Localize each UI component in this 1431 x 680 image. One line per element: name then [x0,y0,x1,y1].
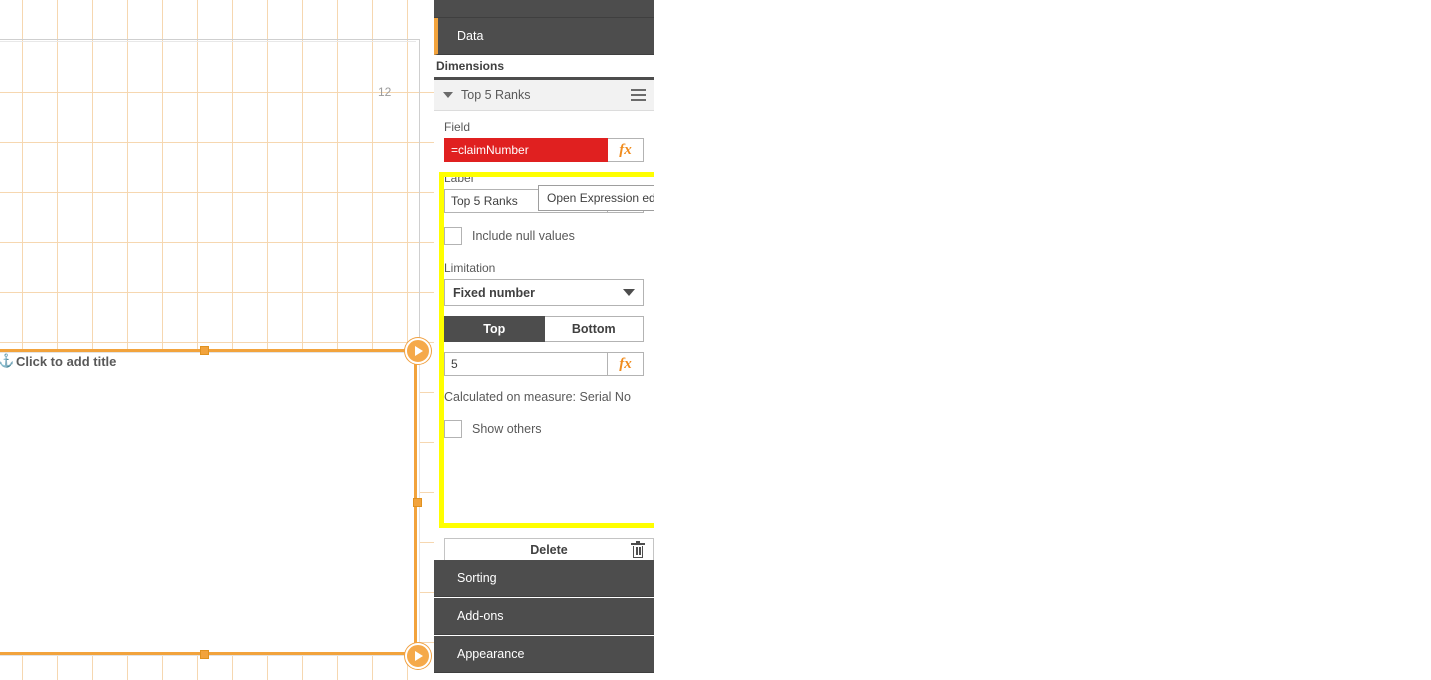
calculated-on-measure-note: Calculated on measure: Serial No [444,390,631,404]
accordion-row-cutoff[interactable] [434,0,654,18]
dimensions-heading: Dimensions [434,55,654,80]
property-panel[interactable]: Data Dimensions Top 5 Ranks Field =claim… [434,0,654,680]
limit-number-row[interactable]: 5 fx [444,352,644,376]
chevron-down-icon [623,289,635,296]
bar-chart-object[interactable]: 0500k1M1.5M 5147425147485147635149135149… [0,352,420,656]
handle-arrow-icon [415,346,423,356]
grid-snap-label: 12 [378,85,392,99]
toggle-top[interactable]: Top [444,316,545,342]
handle-arrow-icon [415,651,423,661]
accordion-data-label: Data [457,29,484,43]
field-label: Field [444,120,471,134]
accordion-sorting[interactable]: Sorting [434,560,654,597]
sheet-canvas[interactable]: 12 0500k1M1.5M 5147425147485147635149135… [0,0,434,680]
resize-handle-bottom[interactable] [200,650,209,659]
limitation-value: Fixed number [453,285,535,300]
expression-editor-tooltip: Open Expression edit [538,185,654,211]
accordion-appearance-label: Appearance [457,647,525,661]
resize-handle-right[interactable] [413,498,422,507]
include-null-label: Include null values [472,229,575,243]
title-anchor-icon: ⚓ [0,353,15,368]
selection-border-bottom [0,652,418,655]
dimension-item-header[interactable]: Top 5 Ranks [434,80,654,111]
accordion-appearance[interactable]: Appearance [434,636,654,673]
field-input[interactable]: =claimNumber [444,138,608,162]
dimension-name: Top 5 Ranks [461,88,531,102]
accordion-data[interactable]: Data [434,18,654,55]
accordion-sorting-label: Sorting [457,571,497,585]
resize-handle-top[interactable] [200,346,209,355]
show-others-label: Show others [472,422,542,436]
top-bottom-toggle[interactable]: Top Bottom [444,316,644,342]
upper-object-inner-edge [0,41,416,350]
include-null-checkbox[interactable] [444,227,462,245]
resize-handle-top-right[interactable] [405,338,431,364]
field-expression-button[interactable]: fx [608,138,644,162]
accordion-addons[interactable]: Add-ons [434,598,654,635]
delete-label: Delete [530,542,568,557]
field-input-row[interactable]: =claimNumber fx [444,138,644,162]
limit-expression-button[interactable]: fx [608,352,644,376]
toggle-bottom[interactable]: Bottom [544,316,644,342]
selection-border-top [0,349,418,352]
include-null-row[interactable]: Include null values [444,227,644,245]
limitation-label: Limitation [444,261,496,275]
chevron-down-icon [443,92,453,98]
accordion-addons-label: Add-ons [457,609,504,623]
limitation-select[interactable]: Fixed number [444,279,644,306]
show-others-row[interactable]: Show others [444,420,644,438]
show-others-checkbox[interactable] [444,420,462,438]
resize-handle-bottom-right[interactable] [405,643,431,669]
drag-handle-icon[interactable] [631,89,646,101]
label-label: Label [444,171,474,185]
trash-icon[interactable] [631,541,645,558]
delete-dimension-button[interactable]: Delete [444,538,654,561]
dimension-properties: Field =claimNumber fx Label Top 5 Ranks … [434,120,654,438]
chart-title-placeholder[interactable]: Click to add title [16,352,116,370]
limit-number-input[interactable]: 5 [444,352,608,376]
